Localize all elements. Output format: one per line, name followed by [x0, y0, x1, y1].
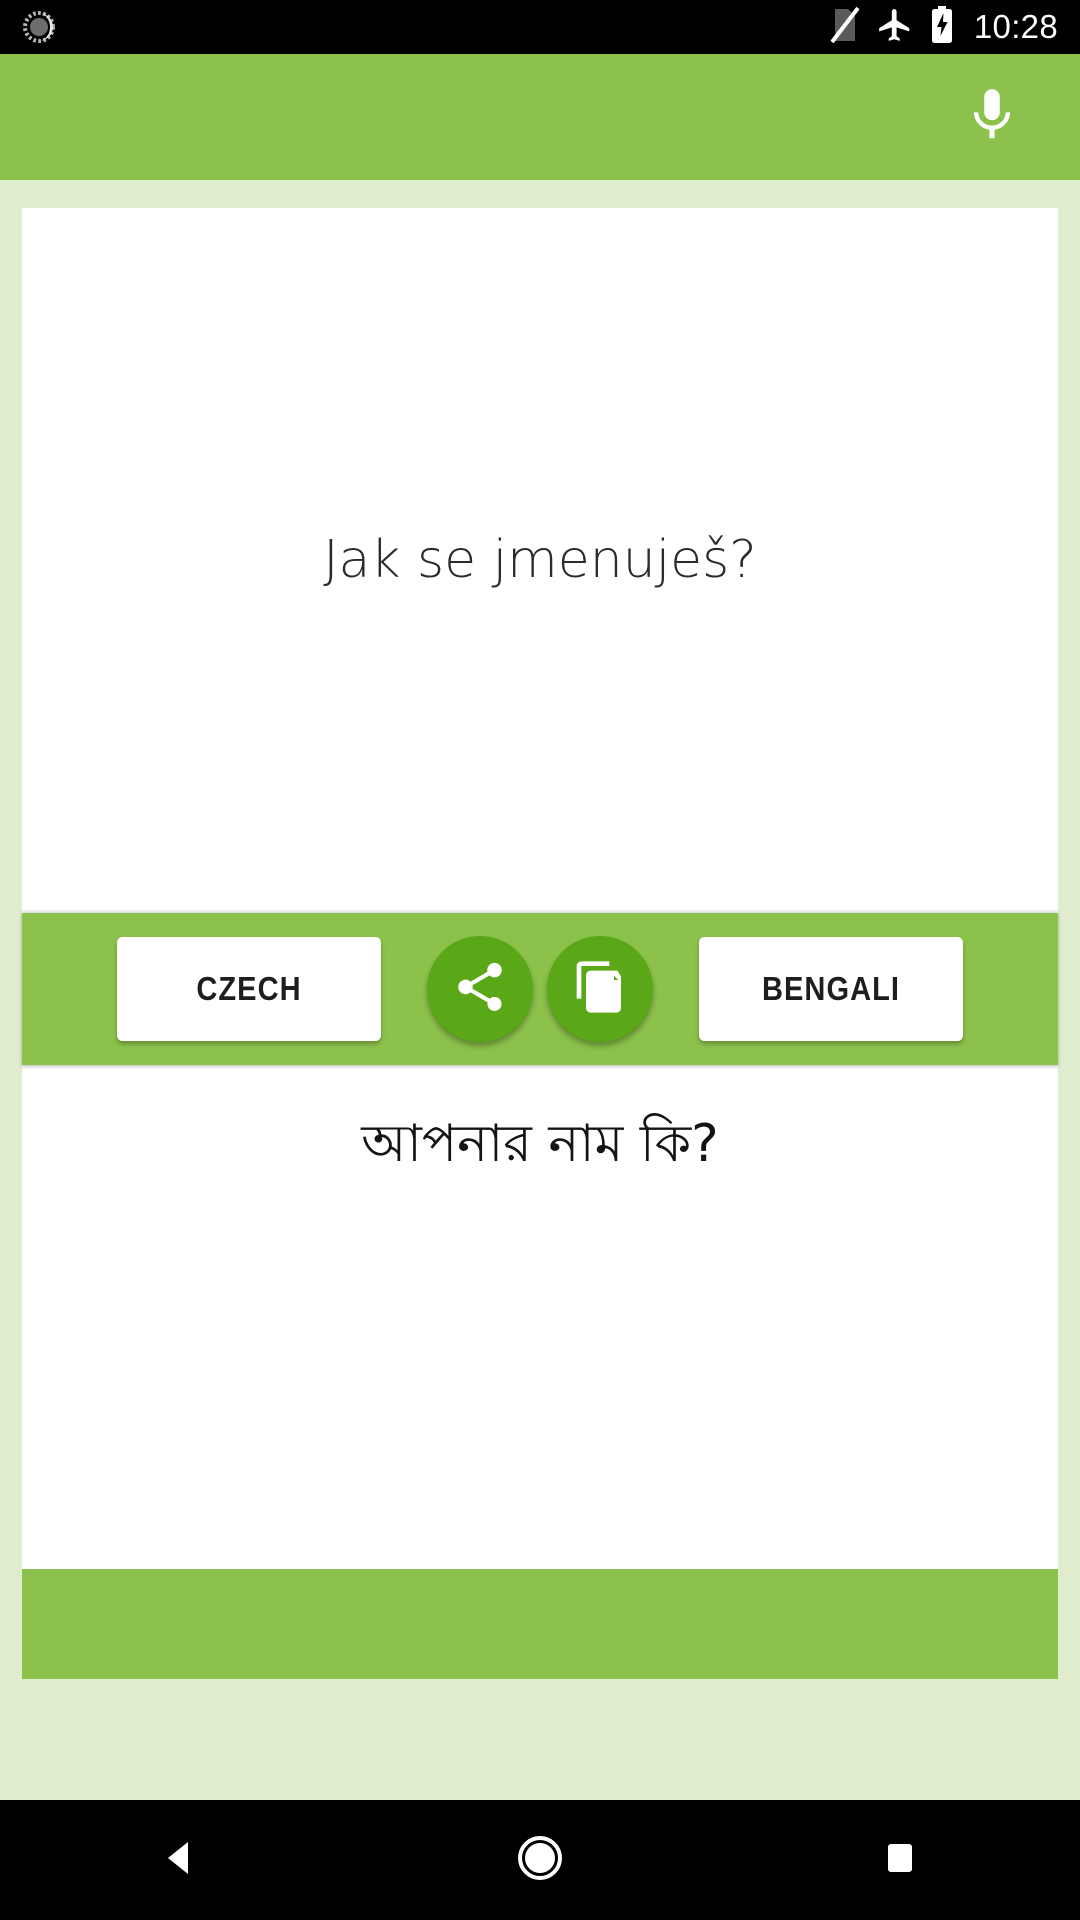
back-triangle-icon: [158, 1836, 202, 1885]
language-action-bar: CZECH BENGALI: [22, 913, 1058, 1065]
card-footer-bar: [22, 1569, 1058, 1679]
battery-charging-icon: [930, 5, 954, 49]
source-language-button[interactable]: CZECH: [117, 937, 381, 1041]
status-bar: 10:28: [0, 0, 1080, 54]
airplane-mode-icon: [876, 6, 914, 49]
target-text: আপনার নাম কি?: [361, 1114, 719, 1174]
recents-button[interactable]: [825, 1800, 975, 1920]
status-bar-notifications: [22, 10, 56, 44]
source-text-pane[interactable]: Jak se jmenuješ?: [22, 208, 1058, 913]
voice-input-button[interactable]: [956, 81, 1028, 153]
back-button[interactable]: [105, 1800, 255, 1920]
no-sim-icon: [830, 6, 860, 48]
source-language-label: CZECH: [196, 970, 302, 1007]
copy-button[interactable]: [547, 936, 653, 1042]
microphone-icon: [961, 84, 1023, 151]
recents-square-icon: [880, 1838, 920, 1883]
source-text: Jak se jmenuješ?: [323, 530, 757, 590]
target-language-button[interactable]: BENGALI: [699, 937, 963, 1041]
app-bar: [0, 54, 1080, 180]
home-button[interactable]: [465, 1800, 615, 1920]
navigation-bar: [0, 1800, 1080, 1920]
alarm-clock-icon: [22, 10, 56, 44]
status-bar-system-icons: 10:28: [830, 5, 1058, 49]
home-circle-icon: [514, 1832, 566, 1889]
target-language-label: BENGALI: [761, 970, 901, 1007]
phone-screen: 10:28 Jak se jmenuješ? CZECH BENGALI আপন…: [0, 0, 1080, 1920]
translation-card: Jak se jmenuješ? CZECH BENGALI আপনার নাম…: [22, 208, 1058, 1679]
status-clock: 10:28: [973, 8, 1058, 45]
target-text-pane[interactable]: আপনার নাম কি?: [22, 1065, 1058, 1569]
copy-icon: [572, 959, 628, 1020]
share-icon: [451, 958, 509, 1021]
share-button[interactable]: [427, 936, 533, 1042]
